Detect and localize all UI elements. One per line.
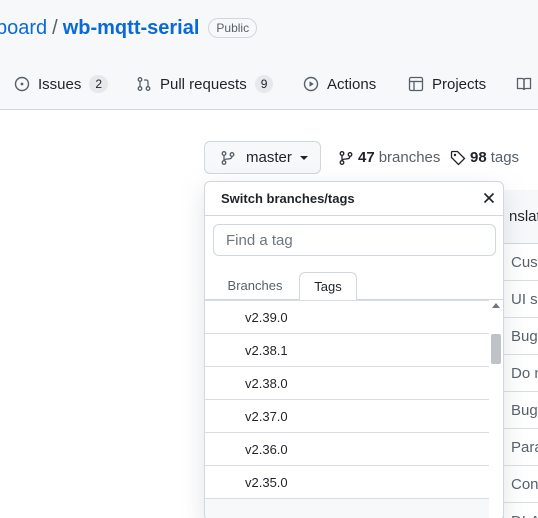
tag-item[interactable] xyxy=(205,499,489,518)
branches-count: 47 xyxy=(358,149,375,166)
tag-list: v2.39.0 v2.38.1 v2.38.0 v2.37.0 v2.36.0 … xyxy=(205,300,489,518)
commit-row[interactable]: Cust xyxy=(504,244,538,281)
tag-item[interactable]: v2.35.0 xyxy=(205,466,489,499)
tag-list-scrollbar[interactable] xyxy=(489,300,503,518)
repo-title: board / wb-mqtt-serial Public xyxy=(0,14,258,42)
dropdown-tabs: Branches Tags xyxy=(205,266,503,301)
commit-row[interactable]: Do n xyxy=(504,355,538,392)
issues-counter: 2 xyxy=(89,75,109,93)
tab-actions-label: Actions xyxy=(327,75,377,93)
tab-pull-requests-label: Pull requests xyxy=(160,75,247,93)
scrollbar-thumb[interactable] xyxy=(491,334,501,364)
find-tag-input[interactable] xyxy=(213,224,496,256)
tab-tags[interactable]: Tags xyxy=(299,272,357,301)
repo-name-link[interactable]: wb-mqtt-serial xyxy=(63,17,200,40)
pull-requests-counter: 9 xyxy=(254,75,274,93)
tags-label: tags xyxy=(490,149,520,166)
commit-row[interactable]: Conf xyxy=(504,466,538,503)
tag-item[interactable]: v2.38.0 xyxy=(205,367,489,400)
tag-icon xyxy=(450,150,466,165)
visibility-badge: Public xyxy=(208,18,258,38)
branch-select-button[interactable]: master xyxy=(204,141,321,174)
tab-projects-label: Projects xyxy=(432,75,487,93)
tab-projects[interactable]: Projects xyxy=(408,64,486,104)
commit-row[interactable]: UI sc xyxy=(504,281,538,318)
tab-branches[interactable]: Branches xyxy=(219,272,291,301)
repo-header: board / wb-mqtt-serial Public Issues 2 P… xyxy=(0,0,538,110)
table-icon xyxy=(408,76,424,92)
tab-issues[interactable]: Issues 2 xyxy=(14,64,109,104)
branches-link[interactable]: 47 branches xyxy=(338,141,440,174)
repo-separator: / xyxy=(52,16,58,39)
tag-item[interactable]: v2.37.0 xyxy=(205,400,489,433)
commit-row[interactable]: Para xyxy=(504,429,538,466)
dropdown-title: Switch branches/tags xyxy=(221,191,355,206)
chevron-down-icon xyxy=(299,155,308,160)
tags-count: 98 xyxy=(470,149,487,166)
git-pull-request-icon xyxy=(137,77,151,91)
tab-issues-label: Issues xyxy=(38,75,82,93)
tab-wiki[interactable] xyxy=(516,64,538,104)
dropdown-header: Switch branches/tags xyxy=(205,182,503,216)
tag-item[interactable]: v2.38.1 xyxy=(205,334,489,367)
commit-list-header: nslatio xyxy=(504,190,538,244)
tags-link[interactable]: 98 tags xyxy=(450,141,519,174)
commit-row[interactable]: DLA xyxy=(504,503,538,518)
book-icon xyxy=(516,77,532,91)
git-branch-icon xyxy=(221,150,235,165)
commit-row[interactable]: Bugf xyxy=(504,392,538,429)
git-branch-icon xyxy=(339,150,353,165)
tag-item[interactable]: v2.39.0 xyxy=(205,301,489,334)
branches-label: branches xyxy=(378,149,441,166)
commit-row[interactable]: Bugf xyxy=(504,318,538,355)
scroll-up-arrow-icon[interactable] xyxy=(492,303,500,308)
tag-item[interactable]: v2.36.0 xyxy=(205,433,489,466)
tab-actions[interactable]: Actions xyxy=(303,64,376,104)
tab-pull-requests[interactable]: Pull requests 9 xyxy=(136,64,274,104)
branch-tag-dropdown: Switch branches/tags Branches Tags v2.39… xyxy=(204,181,504,518)
close-icon[interactable] xyxy=(481,190,497,206)
issue-opened-icon xyxy=(14,76,30,92)
play-icon xyxy=(303,76,319,92)
repo-owner-link[interactable]: board xyxy=(0,17,47,40)
branch-select-label: master xyxy=(246,149,292,166)
commit-list-partial: nslatio Cust UI sc Bugf Do n Bugf Para C… xyxy=(503,190,538,518)
